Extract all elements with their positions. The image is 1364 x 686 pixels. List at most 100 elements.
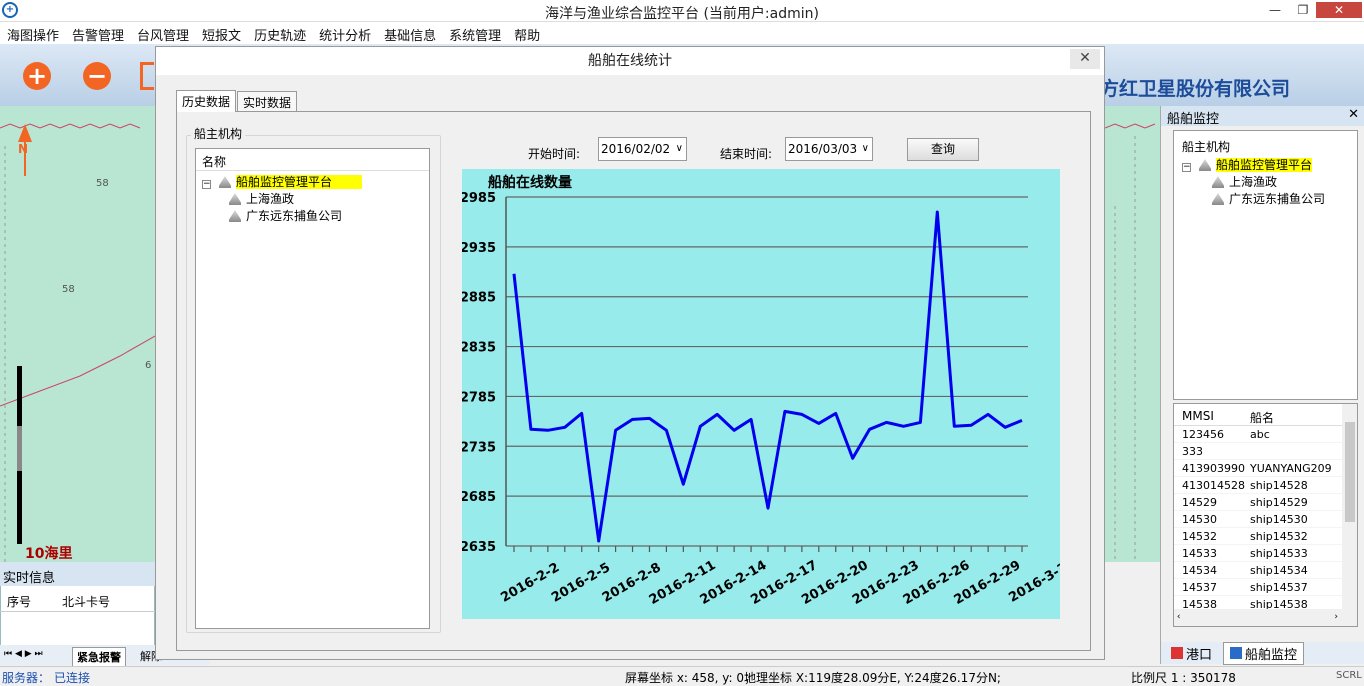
- zoom-out-button[interactable]: −: [83, 62, 111, 90]
- monitor-close-icon[interactable]: ✕: [1348, 107, 1359, 122]
- cell-shipname: YUANYANG209: [1250, 462, 1332, 475]
- y-tick-label: 2935: [462, 241, 496, 256]
- window-title: 海洋与渔业综合监控平台 (当前用户:admin): [545, 6, 819, 22]
- cell-mmsi: 14529: [1182, 496, 1217, 509]
- end-label: 结束时间:: [720, 147, 773, 161]
- depth-label: 58: [62, 284, 75, 295]
- online-chart: 船舶在线数量 2985 2935 2885 2835 2785 2735 2685 2635 20…: [460, 169, 1070, 619]
- table-row[interactable]: 413903990 YUANYANG209: [1174, 460, 1357, 477]
- y-tick-label: 2785: [462, 390, 496, 405]
- menu-item-chart[interactable]: 海图操作: [0, 22, 65, 44]
- cell-mmsi: 14532: [1182, 530, 1217, 543]
- owner-tree: 名称 − 船舶监控管理平台 上海渔政 广东远东捕鱼公司: [195, 148, 430, 629]
- menu-item-alarm[interactable]: 告警管理: [65, 22, 130, 44]
- cell-shipname: ship14533: [1250, 547, 1308, 560]
- menu-item-stats[interactable]: 统计分析: [312, 22, 377, 44]
- ship-icon: [219, 176, 231, 188]
- collapse-icon[interactable]: −: [202, 180, 211, 189]
- chart-svg: 船舶在线数量2985293528852835278527352685263520…: [460, 174, 1070, 608]
- col-mmsi[interactable]: MMSI: [1182, 409, 1214, 423]
- ship-tab-icon: [1230, 647, 1242, 659]
- table-row[interactable]: 14533 ship14533: [1174, 545, 1357, 562]
- nav-arrows[interactable]: ⏮ ◀ ▶ ⏭: [4, 649, 43, 659]
- end-date-select[interactable]: 2016/03/03 ∨: [785, 137, 873, 161]
- monitor-owner-label: 船主机构: [1182, 140, 1231, 154]
- monitor-header: 船舶监控 ✕: [1161, 106, 1364, 127]
- tree-node-shanghai[interactable]: 上海渔政: [196, 191, 429, 208]
- tab-ship-monitor[interactable]: 船舶监控: [1223, 642, 1305, 665]
- table-row[interactable]: 413014528 ship14528: [1174, 477, 1357, 494]
- col-shipname[interactable]: 船名: [1250, 409, 1274, 426]
- table-row[interactable]: 333: [1174, 443, 1357, 460]
- scrl-indicator: SCRL: [1336, 670, 1362, 681]
- table-row[interactable]: 123456 abc: [1174, 426, 1357, 443]
- cell-mmsi: 333: [1182, 445, 1203, 458]
- query-button[interactable]: 查询: [907, 138, 979, 161]
- tab-realtime[interactable]: 实时数据: [237, 91, 298, 111]
- tree-node-guangdong[interactable]: 广东远东捕鱼公司: [1176, 191, 1356, 208]
- menu-item-sms[interactable]: 短报文: [195, 22, 247, 44]
- tab-history[interactable]: 历史数据: [176, 90, 237, 112]
- zoom-in-button[interactable]: +: [23, 62, 51, 90]
- server-label: 服务器：: [2, 671, 51, 685]
- tab-emergency[interactable]: 紧急报警: [72, 647, 126, 667]
- depth-label: 58: [96, 178, 109, 189]
- table-row[interactable]: 14529 ship14529: [1174, 494, 1357, 511]
- menu-item-system[interactable]: 系统管理: [442, 22, 507, 44]
- cell-mmsi: 14537: [1182, 581, 1217, 594]
- title-bar: + 海洋与渔业综合监控平台 (当前用户:admin) — ❐ ✕: [0, 0, 1364, 22]
- menu-item-track[interactable]: 历史轨迹: [247, 22, 312, 44]
- menu-item-basic[interactable]: 基础信息: [377, 22, 442, 44]
- cell-mmsi: 123456: [1182, 428, 1224, 441]
- scale-label: 10海里: [25, 546, 73, 562]
- fit-view-icon[interactable]: [140, 62, 154, 90]
- monitor-tree: 船主机构 − 船舶监控管理平台 上海渔政 广东远东捕鱼公司: [1173, 130, 1358, 400]
- cell-shipname: ship14532: [1250, 530, 1308, 543]
- company-banner: 方红卫星股份有限公司: [1100, 78, 1291, 100]
- table-row[interactable]: 14534 ship14534: [1174, 562, 1357, 579]
- ship-icon: [1212, 176, 1224, 188]
- realtime-header: 实时信息: [0, 562, 155, 586]
- y-tick-label: 2735: [462, 440, 496, 455]
- tree-node-platform[interactable]: − 船舶监控管理平台: [1176, 157, 1356, 174]
- tree-node-shanghai[interactable]: 上海渔政: [1176, 174, 1356, 191]
- menu-item-help[interactable]: 帮助: [507, 22, 546, 44]
- table-vscroll[interactable]: [1342, 404, 1357, 609]
- cell-mmsi: 14530: [1182, 513, 1217, 526]
- col-card[interactable]: 北斗卡号: [62, 593, 110, 610]
- maximize-button[interactable]: ❐: [1290, 2, 1316, 18]
- ship-table-header: MMSI 船名: [1174, 404, 1357, 426]
- chart-title: 船舶在线数量: [488, 174, 572, 191]
- y-tick-label: 2885: [462, 291, 496, 306]
- table-row[interactable]: 14532 ship14532: [1174, 528, 1357, 545]
- y-tick-label: 2985: [462, 191, 496, 206]
- dialog-title: 船舶在线统计: [156, 47, 1104, 75]
- cell-shipname: ship14530: [1250, 513, 1308, 526]
- tab-port[interactable]: 港口: [1171, 644, 1212, 663]
- tree-node-guangdong[interactable]: 广东远东捕鱼公司: [196, 208, 429, 225]
- close-button[interactable]: ✕: [1316, 2, 1362, 18]
- dialog-close-button[interactable]: ✕: [1070, 49, 1100, 69]
- menu-item-typhoon[interactable]: 台风管理: [130, 22, 195, 44]
- scale-readout: 比例尺 1 : 350178: [1131, 671, 1236, 685]
- port-icon: [1171, 647, 1183, 659]
- collapse-icon[interactable]: −: [1182, 163, 1191, 172]
- owner-group-label: 船主机构: [191, 125, 246, 142]
- table-row[interactable]: 14530 ship14530: [1174, 511, 1357, 528]
- y-tick-label: 2685: [462, 490, 496, 505]
- tree-node-platform[interactable]: − 船舶监控管理平台: [196, 174, 394, 191]
- depth-label: 6: [145, 360, 152, 371]
- table-hscroll[interactable]: ‹ ›: [1174, 609, 1357, 626]
- cell-mmsi: 14533: [1182, 547, 1217, 560]
- cell-shipname: ship14537: [1250, 581, 1308, 594]
- monitor-tabs: 港口 船舶监控: [1161, 642, 1364, 665]
- cell-mmsi: 14534: [1182, 564, 1217, 577]
- table-row[interactable]: 14537 ship14537: [1174, 579, 1357, 596]
- tree-header[interactable]: 名称: [196, 149, 429, 171]
- start-date-select[interactable]: 2016/02/02 ∨: [598, 137, 687, 161]
- map-view-right[interactable]: [1105, 106, 1160, 562]
- map-view[interactable]: N 58 58 6 10海里: [0, 106, 155, 562]
- col-index[interactable]: 序号: [7, 593, 31, 610]
- minimize-button[interactable]: —: [1262, 2, 1288, 18]
- server-state: 已连接: [54, 671, 91, 685]
